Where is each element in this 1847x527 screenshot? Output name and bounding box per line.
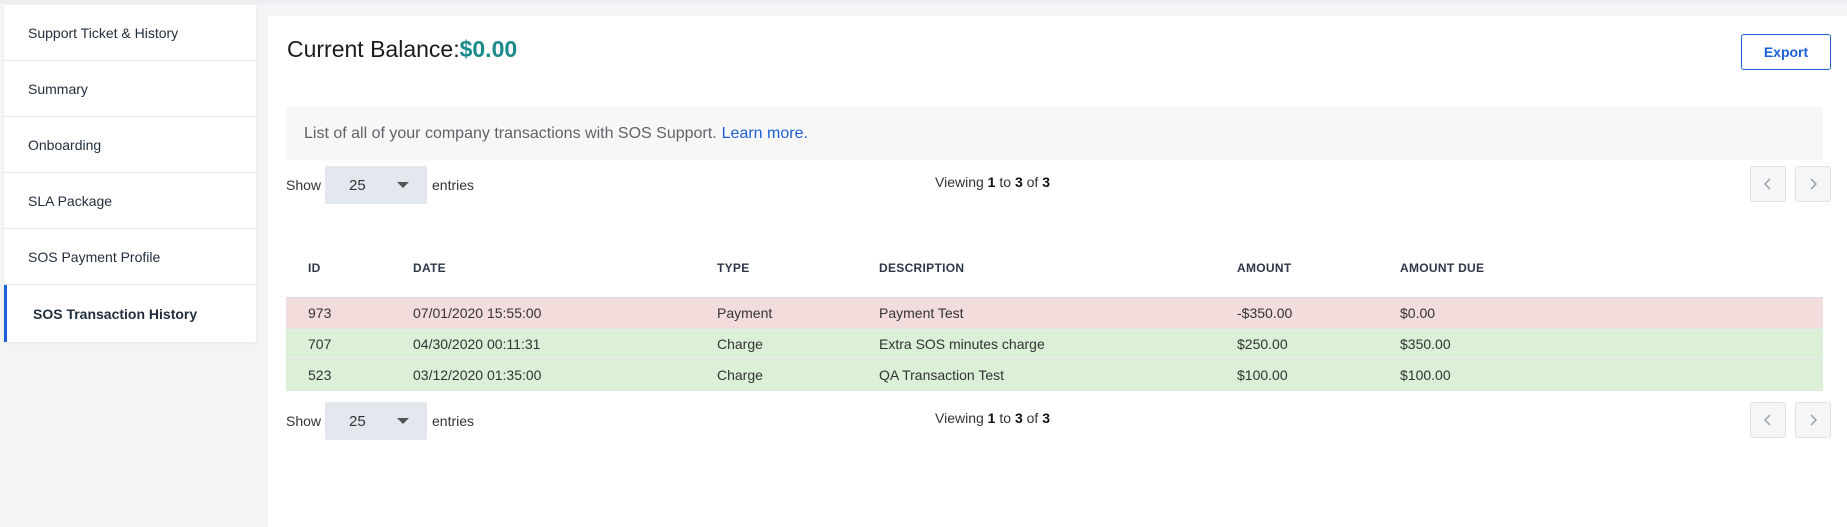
current-balance: Current Balance:$0.00 <box>287 36 517 63</box>
cell-id: 973 <box>308 305 332 321</box>
learn-more-text: Learn more <box>721 124 804 142</box>
cell-type: Charge <box>717 367 763 383</box>
col-header-id[interactable]: ID <box>308 261 321 275</box>
balance-label: Current Balance: <box>287 36 460 62</box>
sidebar-item-summary[interactable]: Summary <box>4 61 256 117</box>
prev-page-button[interactable] <box>1750 166 1786 202</box>
cell-amount-due: $100.00 <box>1400 367 1451 383</box>
chevron-left-icon <box>1763 414 1771 426</box>
cell-id: 523 <box>308 367 332 383</box>
chevron-left-icon <box>1763 178 1771 190</box>
entries-label: entries <box>432 413 475 429</box>
cell-amount: $100.00 <box>1237 367 1288 383</box>
viewing-to: 3 <box>1014 410 1023 426</box>
next-page-button[interactable] <box>1795 166 1831 202</box>
prev-page-button[interactable] <box>1750 402 1786 438</box>
cell-date: 03/12/2020 01:35:00 <box>413 367 542 383</box>
next-page-button[interactable] <box>1795 402 1831 438</box>
page-size-value: 25 <box>349 176 366 194</box>
export-button[interactable]: Export <box>1741 34 1831 70</box>
show-label: Show <box>286 413 322 429</box>
info-text: List of all of your company transactions… <box>304 124 717 142</box>
col-header-amount[interactable]: AMOUNT <box>1237 261 1291 275</box>
balance-value: $0.00 <box>459 36 518 62</box>
viewing-total: 3 <box>1042 410 1050 426</box>
viewing-from: 1 <box>987 174 996 190</box>
cell-amount-due: $0.00 <box>1400 305 1436 321</box>
page-size-value: 25 <box>349 412 366 430</box>
cell-amount: $250.00 <box>1237 336 1288 352</box>
cell-date: 04/30/2020 00:11:31 <box>413 336 541 352</box>
transactions-table: ID DATE TYPE DESCRIPTION AMOUNT AMOUNT D… <box>286 239 1823 391</box>
table-row[interactable]: 523 03/12/2020 01:35:00 Charge QA Transa… <box>286 360 1823 391</box>
table-row[interactable]: 973 07/01/2020 15:55:00 Payment Payment … <box>286 298 1823 329</box>
table-controls-top: Show 25 entries Viewing 1 to 3 of 3 <box>286 166 1831 204</box>
viewing-of-word: of <box>1026 410 1039 426</box>
viewing-to-word: to <box>999 174 1012 190</box>
sidebar-item-sla-package[interactable]: SLA Package <box>4 173 256 229</box>
caret-down-icon <box>397 182 409 188</box>
viewing-info: Viewing 1 to 3 of 3 <box>935 174 1050 190</box>
cell-id: 707 <box>308 336 332 352</box>
viewing-to-word: to <box>999 410 1012 426</box>
cell-type: Payment <box>717 305 773 321</box>
cell-amount: -$350.00 <box>1237 305 1293 321</box>
page-size-select[interactable]: 25 <box>325 402 427 440</box>
table-row[interactable]: 707 04/30/2020 00:11:31 Charge Extra SOS… <box>286 329 1823 360</box>
sidebar-item-onboarding[interactable]: Onboarding <box>4 117 256 173</box>
top-divider <box>0 0 1847 4</box>
sidebar-nav: Support Ticket & History Summary Onboard… <box>4 5 256 342</box>
show-label: Show <box>286 177 322 193</box>
viewing-prefix: Viewing <box>935 174 984 190</box>
viewing-from: 1 <box>987 410 996 426</box>
col-header-date[interactable]: DATE <box>413 261 446 275</box>
table-controls-bottom: Show 25 entries Viewing 1 to 3 of 3 <box>286 402 1831 440</box>
cell-amount-due: $350.00 <box>1400 336 1451 352</box>
table-header: ID DATE TYPE DESCRIPTION AMOUNT AMOUNT D… <box>286 239 1823 298</box>
learn-more-link[interactable]: Learn more. <box>722 125 808 143</box>
caret-down-icon <box>397 418 409 424</box>
viewing-prefix: Viewing <box>935 410 984 426</box>
sidebar-item-payment-profile[interactable]: SOS Payment Profile <box>4 229 256 285</box>
entries-label: entries <box>432 177 475 193</box>
viewing-total: 3 <box>1042 174 1050 190</box>
cell-description: QA Transaction Test <box>879 367 1005 383</box>
chevron-right-icon <box>1810 178 1818 190</box>
viewing-info: Viewing 1 to 3 of 3 <box>935 410 1050 426</box>
cell-date: 07/01/2020 15:55:00 <box>413 305 542 321</box>
main-panel: Current Balance:$0.00 Export List of all… <box>268 16 1847 527</box>
learn-more-suffix: . <box>803 124 808 142</box>
info-banner: List of all of your company transactions… <box>286 107 1823 160</box>
viewing-to: 3 <box>1014 174 1023 190</box>
col-header-amount-due[interactable]: AMOUNT DUE <box>1400 261 1484 275</box>
cell-description: Payment Test <box>879 305 964 321</box>
cell-type: Charge <box>717 336 763 352</box>
col-header-description[interactable]: DESCRIPTION <box>879 261 964 275</box>
cell-description: Extra SOS minutes charge <box>879 336 1045 352</box>
sidebar-item-support-ticket[interactable]: Support Ticket & History <box>4 5 256 61</box>
page-size-select[interactable]: 25 <box>325 166 427 204</box>
viewing-of-word: of <box>1026 174 1039 190</box>
chevron-right-icon <box>1810 414 1818 426</box>
sidebar-item-transaction-history[interactable]: SOS Transaction History <box>4 285 256 342</box>
col-header-type[interactable]: TYPE <box>717 261 750 275</box>
